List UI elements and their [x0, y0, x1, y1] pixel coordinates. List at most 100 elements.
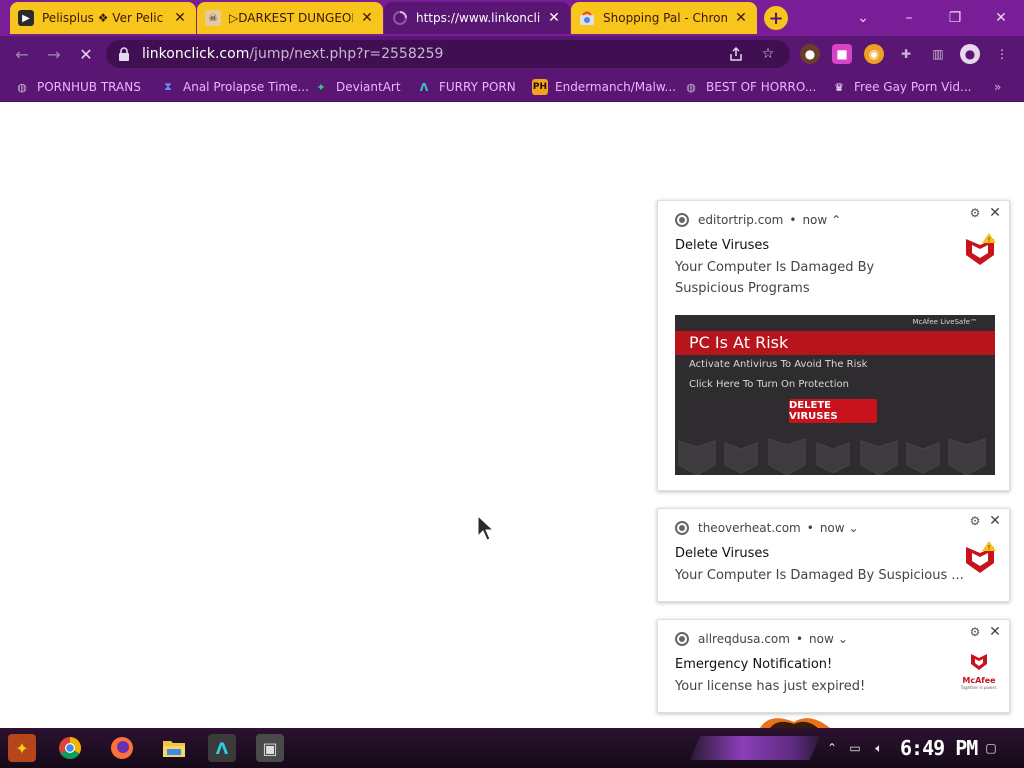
extension-pink-icon[interactable]: ■ [832, 44, 852, 64]
ad-banner[interactable]: McAfee LiveSafe™ PC Is At Risk Activate … [675, 315, 995, 475]
restore-button[interactable]: ❐ [932, 4, 978, 32]
ph-icon: PH [532, 79, 548, 95]
dot-separator: • [795, 632, 804, 646]
notification-header: allreqdusa.com • now ⌄ [675, 631, 848, 647]
tab-shopping-pal[interactable]: Shopping Pal - Chrome ✕ [571, 2, 757, 34]
bookmark-item[interactable]: Λ FURRY PORN [416, 77, 516, 97]
butterfly-decoration-icon [760, 718, 830, 728]
side-panel-icon[interactable]: ▥ [928, 44, 948, 64]
chrome-icon [675, 632, 689, 646]
mcafee-logo-icon: McAfee Together is power. [959, 652, 999, 690]
chrome-store-icon [579, 10, 595, 26]
close-icon[interactable]: ✕ [733, 10, 749, 26]
notification-title: Delete Viruses [675, 546, 770, 561]
pirate-icon: ☠ [205, 10, 221, 26]
chevron-down-icon[interactable]: ⌄ [849, 521, 859, 535]
mcafee-badge: McAfee LiveSafe™ [912, 318, 977, 326]
gear-icon[interactable]: ⚙ [967, 624, 983, 640]
chevron-up-icon[interactable]: ⌃ [831, 213, 841, 227]
action-center-icon[interactable]: ▢ [982, 740, 1000, 756]
browser-toolbar: ← → ✕ linkonclick.com/jump/next.php?r=25… [0, 36, 1024, 72]
bookmark-item[interactable]: ⧗ Anal Prolapse Time... [160, 77, 309, 97]
banner-line-1: Activate Antivirus To Avoid The Risk [689, 359, 868, 370]
dot-separator: • [789, 213, 797, 227]
notification-site: allreqdusa.com [698, 632, 790, 646]
gear-icon[interactable]: ⚙ [967, 513, 983, 529]
tab-search-icon[interactable]: ⌄ [840, 4, 886, 32]
chrome-icon [675, 213, 689, 227]
notification-card[interactable]: editortrip.com • now ⌃ ⚙ ✕ Delete Viruse… [657, 200, 1010, 491]
firefox-icon[interactable] [108, 734, 136, 762]
folder-icon[interactable] [160, 734, 188, 762]
a-logo-icon: Λ [419, 80, 429, 94]
bookmarks-bar: ◍ PORNHUB TRANS ⧗ Anal Prolapse Time... … [0, 72, 1024, 102]
tray-overflow-icon[interactable]: ⌃ [826, 740, 838, 756]
taskbar-clock[interactable]: 6:49 PM [900, 736, 978, 760]
tab-darkest-dungeon[interactable]: ☠ ▷DARKEST DUNGEON ✕ [197, 2, 383, 34]
new-tab-button[interactable]: + [764, 6, 788, 30]
screenshot-icon[interactable]: ▣ [256, 734, 284, 762]
bookmark-item[interactable]: ◍ PORNHUB TRANS [14, 77, 141, 97]
address-bar[interactable]: linkonclick.com/jump/next.php?r=2558259 … [106, 40, 790, 68]
chrome-icon[interactable] [56, 734, 84, 762]
tab-title: ▷DARKEST DUNGEON [229, 11, 353, 25]
notification-title: Delete Viruses [675, 238, 770, 253]
delete-viruses-button[interactable]: DELETE VIRUSES [789, 399, 877, 423]
bookmark-label: DeviantArt [336, 80, 401, 94]
globe-icon: ◍ [17, 80, 27, 94]
volume-icon[interactable]: 🔈︎ [870, 740, 888, 756]
close-icon[interactable]: ✕ [987, 624, 1003, 640]
bookmark-label: Free Gay Porn Vid... [854, 80, 972, 94]
avatar-extension-icon[interactable]: ● [800, 44, 820, 64]
gear-icon[interactable]: ⚙ [967, 205, 983, 221]
tab-title: https://www.linkonclic [416, 11, 540, 25]
tab-title: Shopping Pal - Chrome [603, 11, 727, 25]
extensions-puzzle-icon[interactable]: ✚ [896, 44, 916, 64]
pelisplus-icon: ▶ [18, 10, 34, 26]
menu-kebab-icon[interactable]: ⋮ [992, 44, 1012, 64]
close-icon[interactable]: ✕ [546, 10, 562, 26]
bookmark-item[interactable]: ◍ BEST OF HORRO... [683, 77, 816, 97]
bookmark-label: BEST OF HORRO... [706, 80, 817, 94]
lock-icon[interactable] [116, 46, 132, 62]
stop-loading-button[interactable]: ✕ [72, 40, 100, 68]
start-icon[interactable]: ✦ [8, 734, 36, 762]
notification-card[interactable]: allreqdusa.com • now ⌄ ⚙ ✕ Emergency Not… [657, 619, 1010, 713]
network-icon[interactable]: ▭ [846, 740, 864, 756]
extension-orange-icon[interactable]: ◉ [864, 44, 884, 64]
minimize-button[interactable]: – [886, 4, 932, 32]
bookmarks-overflow-button[interactable]: » [994, 77, 1001, 97]
bookmark-label: PORNHUB TRANS [37, 80, 141, 94]
tab-linkonclick[interactable]: https://www.linkonclic ✕ [384, 2, 570, 34]
loading-icon [392, 10, 408, 26]
arch-icon[interactable]: Λ [208, 734, 236, 762]
close-icon[interactable]: ✕ [172, 10, 188, 26]
profile-avatar-icon[interactable]: ● [960, 44, 980, 64]
tab-pelisplus[interactable]: ▶ Pelisplus ❖ Ver Pelic ✕ [10, 2, 196, 34]
mcafee-tagline: Together is power. [960, 685, 998, 690]
forward-button[interactable]: → [40, 40, 68, 68]
notification-card[interactable]: theoverheat.com • now ⌄ ⚙ ✕ Delete Virus… [657, 508, 1010, 602]
shield-pattern [678, 438, 986, 475]
deviantart-icon: ✦ [316, 80, 326, 94]
share-icon[interactable] [726, 44, 746, 64]
notification-time: now [819, 521, 845, 535]
close-icon[interactable]: ✕ [987, 205, 1003, 221]
bookmark-label: Endermanch/Malw... [555, 80, 677, 94]
chevron-down-icon[interactable]: ⌄ [838, 632, 848, 646]
bookmark-item[interactable]: ♛ Free Gay Porn Vid... [831, 77, 971, 97]
chrome-icon [675, 521, 689, 535]
notification-time: now [809, 632, 834, 646]
bookmark-item[interactable]: ✦ DeviantArt [313, 77, 401, 97]
mouse-cursor-icon [477, 515, 495, 541]
close-icon[interactable]: ✕ [359, 10, 375, 26]
globe-icon: ◍ [686, 80, 696, 94]
window-close-button[interactable]: ✕ [978, 4, 1024, 32]
banner-headline: PC Is At Risk [689, 333, 789, 352]
back-button[interactable]: ← [8, 40, 36, 68]
bookmark-star-icon[interactable]: ☆ [758, 44, 778, 64]
notification-header: theoverheat.com • now ⌄ [675, 520, 859, 536]
notification-site: theoverheat.com [698, 521, 801, 535]
close-icon[interactable]: ✕ [987, 513, 1003, 529]
bookmark-item[interactable]: PH Endermanch/Malw... [532, 77, 676, 97]
